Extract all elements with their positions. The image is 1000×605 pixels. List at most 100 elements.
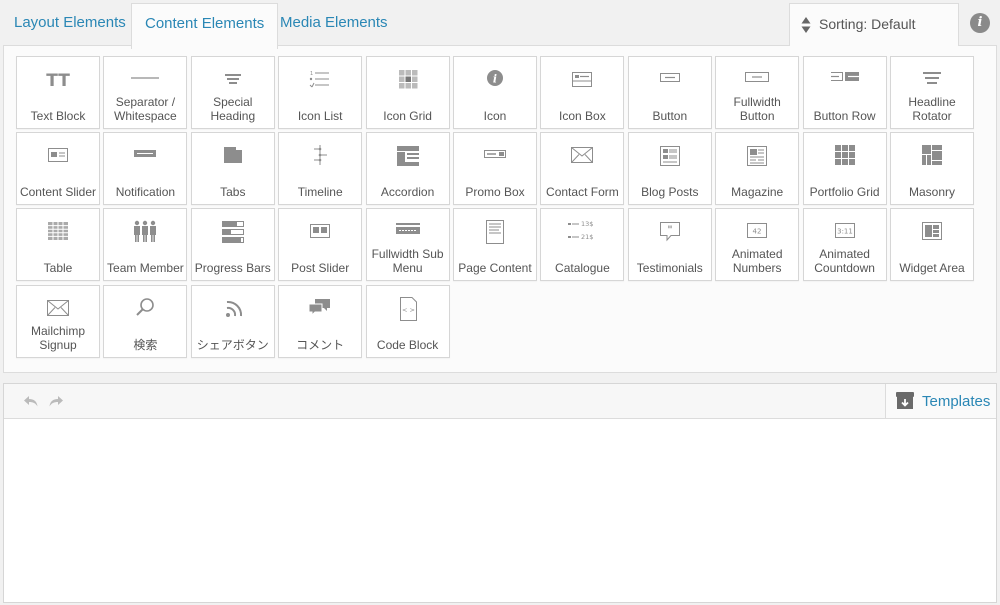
element-table[interactable]: Table [16, 208, 100, 282]
timeline-icon [306, 144, 334, 168]
element-label: Text Block [30, 109, 86, 123]
catalogue-price-1: 13$ [581, 220, 593, 228]
templates-icon [896, 392, 914, 409]
content-slider-icon [44, 144, 72, 168]
templates-label: Templates [922, 393, 991, 410]
element-special-heading[interactable]: Special Heading [190, 56, 275, 129]
element-label: Accordion [380, 185, 435, 200]
fullwidth-button-icon [743, 68, 771, 92]
element-button-row[interactable]: Button Row [802, 56, 887, 129]
icon-list-icon: 1 [306, 68, 334, 92]
text-block-icon: TT [44, 68, 72, 92]
element-button[interactable]: Button [627, 56, 712, 129]
builder-area: Templates [3, 383, 997, 603]
element-widget-area[interactable]: Widget Area [890, 208, 974, 282]
element-label: Contact Form [546, 185, 619, 200]
element-code-block[interactable]: < > Code Block [365, 284, 450, 358]
element-page-content[interactable]: Page Content [453, 208, 537, 282]
element-label: コメント [296, 337, 345, 352]
element-label: Content Slider [19, 185, 97, 200]
page-content-icon [481, 220, 509, 245]
element-promo-box[interactable]: Promo Box [453, 132, 537, 206]
sorting-label: Sorting: Default [819, 16, 916, 32]
quote-bubble-icon: " [656, 220, 684, 244]
element-icon-grid[interactable]: Icon Grid [365, 56, 450, 129]
element-catalogue[interactable]: 13$ 21$ Catalogue [540, 208, 625, 282]
element-label: Icon Box [559, 109, 606, 123]
element-masonry[interactable]: Masonry [890, 132, 974, 206]
rss-icon [219, 297, 247, 321]
post-slider-icon [306, 220, 334, 244]
tabs-icon [219, 144, 247, 168]
notification-icon [131, 144, 159, 168]
svg-text:1: 1 [310, 71, 313, 77]
masonry-icon [918, 144, 946, 168]
element-label: Code Block [376, 337, 439, 352]
element-label: Separator / Whitespace [114, 95, 177, 123]
element-accordion[interactable]: Accordion [365, 132, 450, 206]
element-label: Masonry [908, 185, 955, 200]
element-item-36[interactable]: コメント [278, 284, 363, 358]
sort-arrows-icon [801, 17, 811, 33]
builder-canvas[interactable] [4, 419, 996, 602]
element-animated-countdown[interactable]: 3:11 Animated Countdown [802, 208, 887, 282]
element-label: 検索 [133, 337, 158, 352]
element-contact-form[interactable]: Contact Form [540, 132, 625, 206]
sorting-dropdown[interactable]: Sorting: Default [789, 3, 959, 46]
element-label: Tabs [220, 185, 246, 200]
element-blog-posts[interactable]: Blog Posts [627, 132, 712, 206]
elements-panel: TT Text Block Separator / Whitespace Specia… [3, 45, 997, 373]
element-label: Button Row [813, 109, 876, 123]
tab-layout-elements[interactable]: Layout Elements [1, 0, 139, 45]
element-fullwidth-sub-menu[interactable]: Fullwidth Sub Menu [365, 208, 450, 282]
icon-box-icon [568, 68, 596, 92]
element-label: Fullwidth Button [733, 95, 781, 123]
element-item-35[interactable]: シェアボタン [190, 284, 275, 358]
button-icon [656, 68, 684, 92]
element-progress-bars[interactable]: Progress Bars [190, 208, 275, 282]
redo-icon[interactable] [48, 393, 64, 409]
element-item-34[interactable]: 検索 [103, 284, 188, 358]
icon-grid-icon [394, 68, 422, 92]
element-label: Magazine [731, 185, 784, 200]
element-icon-box[interactable]: Icon Box [540, 56, 625, 129]
animated-number-value: 42 [753, 228, 762, 236]
portfolio-grid-icon [831, 144, 859, 168]
element-animated-numbers[interactable]: 42 Animated Numbers [715, 208, 800, 282]
element-label: Animated Numbers [731, 247, 783, 276]
element-tabs[interactable]: Tabs [190, 132, 275, 206]
svg-text:TT: TT [46, 71, 70, 91]
tab-media-elements[interactable]: Media Elements [267, 0, 401, 45]
element-post-slider[interactable]: Post Slider [278, 208, 363, 282]
element-icon[interactable]: i Icon [453, 56, 537, 129]
element-timeline[interactable]: Timeline [278, 132, 363, 206]
element-label: Promo Box [465, 185, 525, 200]
tab-content-elements[interactable]: Content Elements [131, 3, 279, 49]
code-block-icon: < > [394, 296, 422, 321]
element-portfolio-grid[interactable]: Portfolio Grid [802, 132, 887, 206]
element-fullwidth-button[interactable]: Fullwidth Button [715, 56, 800, 129]
templates-button[interactable]: Templates [885, 384, 996, 418]
element-testimonials[interactable]: " Testimonials [627, 208, 712, 282]
element-label: Portfolio Grid [809, 185, 880, 200]
element-text-block[interactable]: TT Text Block [16, 56, 100, 129]
animated-numbers-icon: 42 [743, 220, 771, 244]
undo-icon[interactable] [23, 393, 39, 409]
element-label: Headline Rotator [908, 95, 956, 123]
element-mailchimp-signup[interactable]: Mailchimp Signup [16, 284, 100, 358]
info-icon[interactable]: i [970, 13, 990, 33]
element-team-member[interactable]: Team Member [103, 208, 188, 282]
element-label: Progress Bars [194, 261, 271, 276]
element-headline-rotator[interactable]: Headline Rotator [890, 56, 974, 129]
element-label: Icon List [297, 109, 343, 123]
element-notification[interactable]: Notification [103, 132, 188, 206]
element-separator-whitespace[interactable]: Separator / Whitespace [103, 56, 188, 129]
element-magazine[interactable]: Magazine [715, 132, 800, 206]
element-content-slider[interactable]: Content Slider [16, 132, 100, 206]
element-icon-list[interactable]: 1 Icon List [278, 56, 363, 129]
element-label: Widget Area [899, 261, 965, 276]
svg-text:i: i [493, 73, 497, 86]
element-label: Animated Countdown [814, 247, 875, 276]
element-label: Blog Posts [641, 185, 699, 200]
code-glyph: < > [402, 306, 415, 314]
